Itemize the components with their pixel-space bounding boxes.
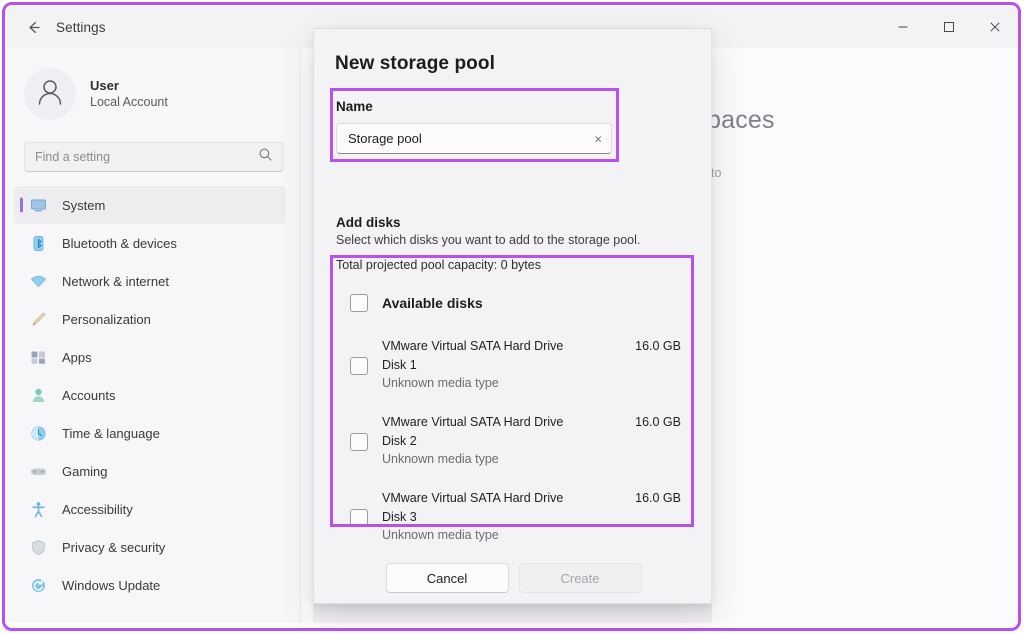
available-disks-panel: Available disks VMware Virtual SATA Hard… (336, 283, 695, 554)
disk-size: 16.0 GB (635, 415, 681, 429)
account-subtitle: Local Account (90, 94, 168, 111)
disk-size: 16.0 GB (635, 491, 681, 505)
name-input[interactable]: Storage pool × (336, 123, 612, 154)
maximize-icon (943, 21, 955, 33)
name-input-value: Storage pool (337, 131, 422, 146)
projected-capacity-text: Total projected pool capacity: 0 bytes (336, 258, 541, 272)
add-disks-description: Select which disks you want to add to th… (336, 233, 640, 247)
close-icon (989, 21, 1001, 33)
paintbrush-icon (28, 309, 48, 329)
dialog-title: New storage pool (335, 53, 495, 75)
sidebar-item-label: Accounts (62, 388, 115, 403)
background-page-subtext: to (711, 166, 721, 180)
sidebar-nav: System Bluetooth & devices (6, 186, 300, 604)
gamepad-icon (28, 461, 48, 481)
cancel-button[interactable]: Cancel (386, 563, 509, 593)
minimize-button[interactable] (880, 6, 926, 48)
person-icon (28, 385, 48, 405)
sidebar-item-time-language[interactable]: Time & language (14, 414, 286, 452)
sidebar-item-system[interactable]: System (14, 186, 286, 224)
bluetooth-icon (28, 233, 48, 253)
back-button[interactable] (16, 12, 50, 42)
accessibility-icon (28, 499, 48, 519)
sidebar-item-windows-update[interactable]: Windows Update (14, 566, 286, 604)
new-storage-pool-dialog: New storage pool Name Storage pool × Add… (313, 28, 712, 604)
maximize-button[interactable] (926, 6, 972, 48)
available-disks-label: Available disks (382, 295, 483, 311)
sidebar-item-label: System (62, 198, 105, 213)
sidebar-item-apps[interactable]: Apps (14, 338, 286, 376)
disk-name: VMware Virtual SATA Hard Drive (382, 491, 563, 505)
sidebar-item-label: Windows Update (62, 578, 160, 593)
disk-list-item[interactable]: VMware Virtual SATA Hard Drive Disk 1 Un… (350, 339, 681, 395)
disk-id: Disk 3 (382, 510, 417, 524)
sidebar-item-label: Gaming (62, 464, 108, 479)
search-icon (258, 147, 273, 167)
clear-icon[interactable]: × (594, 132, 602, 145)
account-block[interactable]: User Local Account (6, 54, 300, 130)
screenshot-root: Settings (0, 0, 1024, 634)
window-controls (880, 6, 1018, 48)
disk-name: VMware Virtual SATA Hard Drive (382, 415, 563, 429)
search-placeholder: Find a setting (25, 150, 110, 164)
sidebar-item-gaming[interactable]: Gaming (14, 452, 286, 490)
sidebar-item-accessibility[interactable]: Accessibility (14, 490, 286, 528)
wifi-icon (28, 271, 48, 291)
sidebar-item-label: Time & language (62, 426, 160, 441)
update-refresh-icon (28, 575, 48, 595)
disk-list-item[interactable]: VMware Virtual SATA Hard Drive Disk 2 Un… (350, 415, 681, 471)
dialog-shadow (313, 604, 712, 623)
shield-icon (28, 537, 48, 557)
sidebar-item-bluetooth-devices[interactable]: Bluetooth & devices (14, 224, 286, 262)
disk-size: 16.0 GB (635, 339, 681, 353)
sidebar-item-accounts[interactable]: Accounts (14, 376, 286, 414)
account-text: User Local Account (90, 77, 168, 111)
clock-globe-icon (28, 423, 48, 443)
sidebar-item-privacy-security[interactable]: Privacy & security (14, 528, 286, 566)
disk-id: Disk 1 (382, 358, 417, 372)
person-avatar-icon (33, 75, 67, 114)
sidebar-item-label: Bluetooth & devices (62, 236, 177, 251)
create-button: Create (519, 563, 642, 593)
sidebar-item-label: Apps (62, 350, 92, 365)
disk-checkbox[interactable] (350, 509, 368, 527)
back-arrow-icon (25, 19, 42, 36)
sidebar-item-label: Accessibility (62, 502, 133, 517)
background-page-heading: paces (707, 106, 775, 135)
select-all-checkbox[interactable] (350, 294, 368, 312)
account-name: User (90, 77, 168, 95)
name-field-label: Name (336, 99, 373, 114)
disk-media-type: Unknown media type (382, 452, 499, 466)
disk-name: VMware Virtual SATA Hard Drive (382, 339, 563, 353)
sidebar-item-label: Network & internet (62, 274, 169, 289)
disk-checkbox[interactable] (350, 433, 368, 451)
sidebar-item-personalization[interactable]: Personalization (14, 300, 286, 338)
minimize-icon (897, 21, 909, 33)
sidebar: User Local Account Find a setting (6, 48, 300, 623)
disk-list-item[interactable]: VMware Virtual SATA Hard Drive Disk 3 Un… (350, 491, 681, 547)
sidebar-item-label: Personalization (62, 312, 151, 327)
sidebar-item-label: Privacy & security (62, 540, 165, 555)
monitor-icon (28, 195, 48, 215)
disk-checkbox[interactable] (350, 357, 368, 375)
apps-grid-icon (28, 347, 48, 367)
disk-media-type: Unknown media type (382, 528, 499, 542)
dialog-buttons: Cancel Create (314, 563, 712, 593)
disk-media-type: Unknown media type (382, 376, 499, 390)
sidebar-item-network-internet[interactable]: Network & internet (14, 262, 286, 300)
avatar (24, 68, 76, 120)
search-input[interactable]: Find a setting (24, 142, 284, 172)
add-disks-title: Add disks (336, 215, 401, 230)
available-disks-header[interactable]: Available disks (350, 294, 483, 312)
close-button[interactable] (972, 6, 1018, 48)
disk-id: Disk 2 (382, 434, 417, 448)
window-title: Settings (56, 20, 106, 35)
